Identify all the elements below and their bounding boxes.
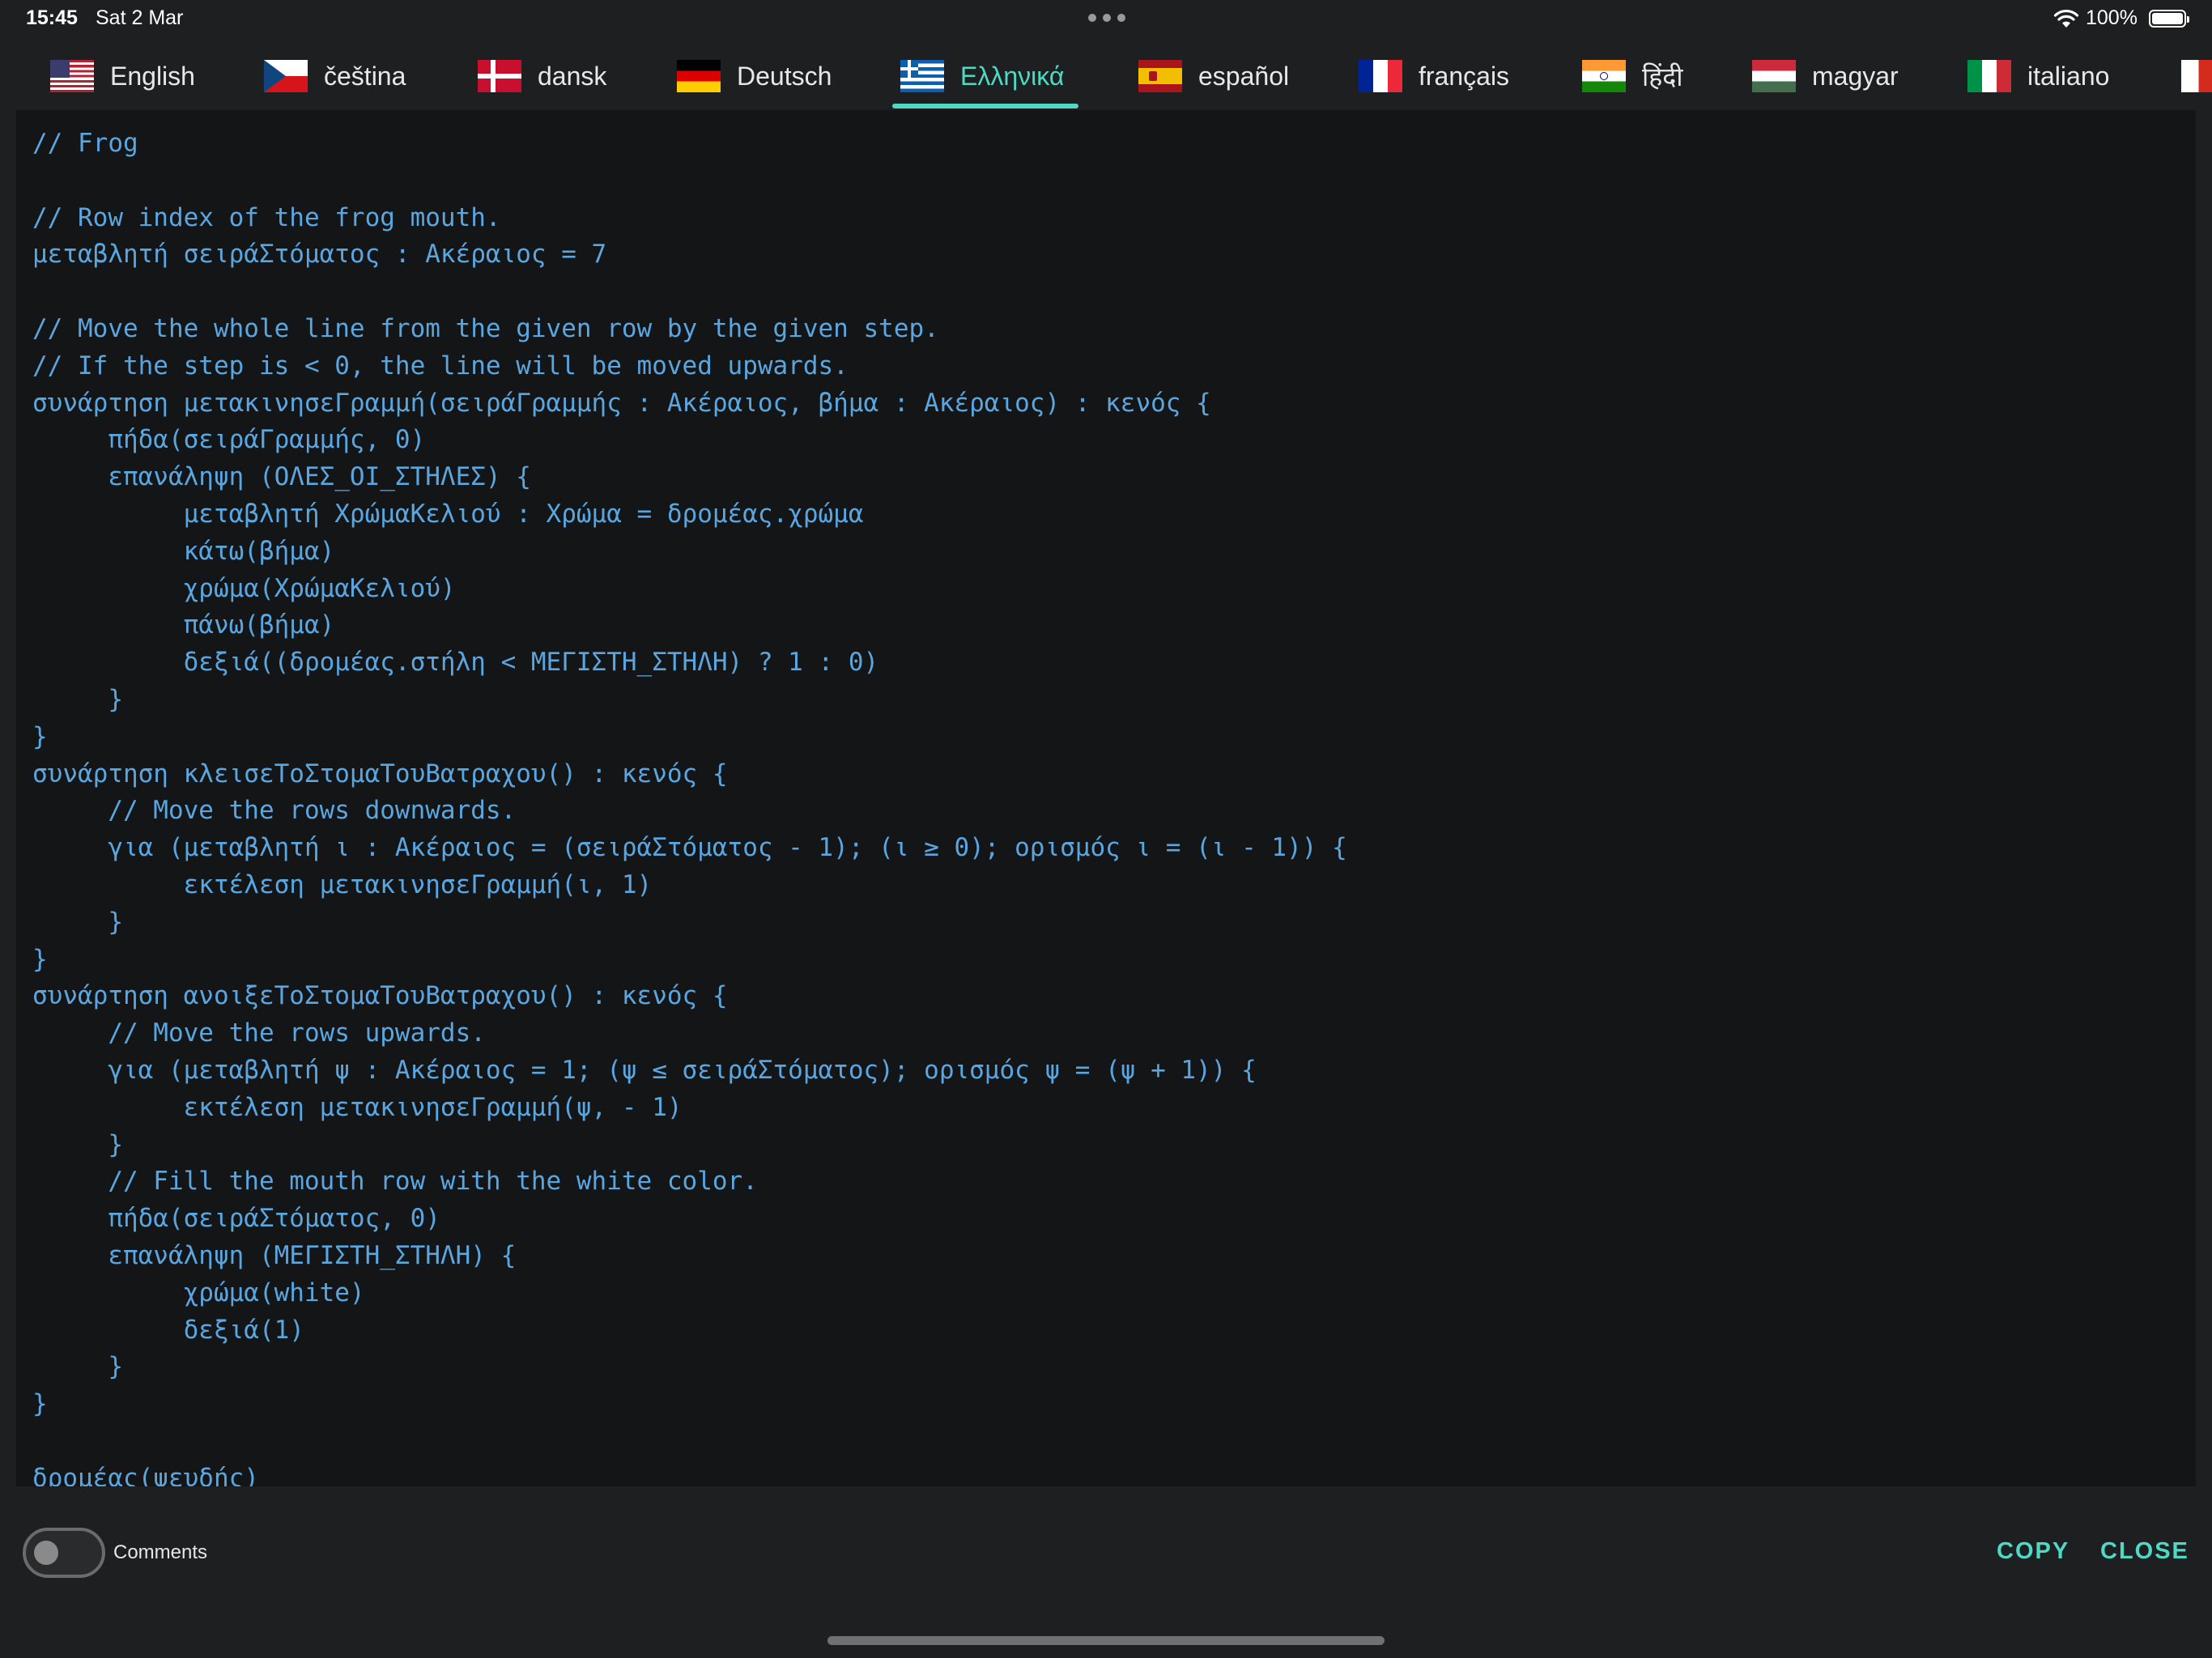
tab-czech[interactable]: čeština: [264, 42, 406, 110]
tab-label: čeština: [324, 61, 406, 91]
tab-greek[interactable]: Ελληνικά: [900, 42, 1064, 110]
tab-spanish[interactable]: español: [1138, 42, 1289, 110]
india-flag-icon: [1582, 60, 1626, 92]
tab-label: Ελληνικά: [960, 61, 1065, 91]
france-flag-icon: [1359, 60, 1402, 92]
tab-label: Deutsch: [737, 61, 832, 91]
copy-button[interactable]: COPY: [1997, 1538, 2069, 1565]
code-line: χρώμα(ΧρώμαΚελιού): [32, 573, 456, 603]
code-line: }: [32, 907, 123, 937]
close-button[interactable]: CLOSE: [2100, 1538, 2189, 1565]
active-tab-indicator: [892, 104, 1078, 108]
tab-danish[interactable]: dansk: [478, 42, 606, 110]
spain-flag-icon: [1138, 60, 1182, 92]
tab-german[interactable]: Deutsch: [677, 42, 832, 110]
tab-label: magyar: [1812, 61, 1899, 91]
language-tab-bar: English čeština dansk Deutsch Ελληνικά e…: [0, 42, 2212, 110]
code-line: πήδα(σειράΓραμμής, 0): [32, 425, 426, 455]
tab-label: dansk: [538, 61, 607, 91]
code-line: }: [32, 721, 48, 751]
tab-french[interactable]: français: [1359, 42, 1509, 110]
code-line: // Row index of the frog mouth.: [32, 202, 501, 232]
tab-english[interactable]: English: [50, 42, 195, 110]
multitasking-dots-icon[interactable]: [1088, 14, 1125, 22]
code-line: δεξιά(1): [32, 1315, 304, 1345]
code-line: συνάρτηση μετακινησεΓραμμή(σειράΓραμμής …: [32, 388, 1211, 418]
code-line: }: [32, 1389, 48, 1419]
battery-icon: [2149, 10, 2189, 28]
hungary-flag-icon: [1752, 60, 1796, 92]
tab-label: English: [110, 61, 195, 91]
code-line: εκτέλεση μετακινησεΓραμμή(ψ, - 1): [32, 1092, 683, 1122]
us-flag-icon: [50, 60, 94, 92]
italy-flag-icon: [1967, 60, 2011, 92]
code-line: επανάληψη (ΜΕΓΙΣΤΗ_ΣΤΗΛΗ) {: [32, 1241, 517, 1270]
code-line: // Move the whole line from the given ro…: [32, 314, 939, 343]
code-line: // If the step is < 0, the line will be …: [32, 351, 849, 380]
tab-label: italiano: [2027, 61, 2110, 91]
status-bar: 15:45 Sat 2 Mar 100%: [0, 0, 2212, 39]
tab-next-partial[interactable]: [2181, 42, 2212, 110]
code-line: επανάληψη (ΟΛΕΣ_ΟΙ_ΣΤΗΛΕΣ) {: [32, 462, 531, 492]
toggle-knob: [34, 1541, 58, 1565]
code-line: πάνω(βήμα): [32, 610, 335, 640]
code-line: συνάρτηση ανοιξεΤοΣτομαΤουΒατραχου() : κ…: [32, 981, 728, 1011]
code-line: για (μεταβλητή ι : Ακέραιος = (σειράΣτόμ…: [32, 833, 1347, 863]
code-line: // Move the rows downwards.: [32, 796, 517, 826]
status-time: 15:45: [26, 6, 78, 29]
code-line: }: [32, 685, 123, 714]
code-line: }: [32, 1129, 123, 1159]
code-line: δρομέας(ψευδής): [32, 1463, 259, 1486]
code-view[interactable]: // Frog // Row index of the frog mouth. με…: [16, 110, 2196, 1486]
code-line: μεταβλητή ΧρώμαΚελιού : Χρώμα = δρομέας.…: [32, 500, 864, 529]
code-line: πήδα(σειράΣτόματος, 0): [32, 1204, 440, 1234]
code-line: δεξιά((δρομέας.στήλη < ΜΕΓΙΣΤΗ_ΣΤΗΛΗ) ? …: [32, 648, 879, 678]
tab-label: हिंदी: [1642, 62, 1683, 91]
greece-flag-icon: [900, 60, 944, 92]
tab-label: español: [1198, 61, 1290, 91]
code-line: χρώμα(white): [32, 1278, 365, 1307]
bottom-toolbar: [0, 1486, 2212, 1658]
comments-label: Comments: [113, 1541, 208, 1563]
germany-flag-icon: [677, 60, 721, 92]
code-line: }: [32, 944, 48, 974]
code-line: εκτέλεση μετακινησεΓραμμή(ι, 1): [32, 870, 653, 899]
code-line: }: [32, 1352, 123, 1382]
status-date: Sat 2 Mar: [96, 6, 184, 29]
code-line: συνάρτηση κλεισεΤοΣτομαΤουΒατραχου() : κ…: [32, 759, 728, 789]
comments-toggle[interactable]: [23, 1528, 105, 1578]
partial-flag-icon: [2181, 60, 2212, 92]
tab-italian[interactable]: italiano: [1967, 42, 2109, 110]
code-line: για (μεταβλητή ψ : Ακέραιος = 1; (ψ ≤ σε…: [32, 1056, 1257, 1085]
code-line: κάτω(βήμα): [32, 536, 335, 566]
denmark-flag-icon: [478, 60, 521, 92]
home-indicator[interactable]: [827, 1636, 1385, 1645]
battery-percentage: 100%: [2086, 6, 2138, 29]
code-line: // Fill the mouth row with the white col…: [32, 1167, 758, 1197]
tab-label: français: [1419, 61, 1510, 91]
czech-flag-icon: [264, 60, 308, 92]
wifi-icon: [2053, 10, 2079, 28]
tab-hungarian[interactable]: magyar: [1752, 42, 1899, 110]
tab-hindi[interactable]: हिंदी: [1582, 42, 1683, 110]
code-line: μεταβλητή σειράΣτόματος : Ακέραιος = 7: [32, 240, 607, 270]
code-line: // Frog: [32, 129, 138, 158]
code-line: // Move the rows upwards.: [32, 1018, 486, 1048]
